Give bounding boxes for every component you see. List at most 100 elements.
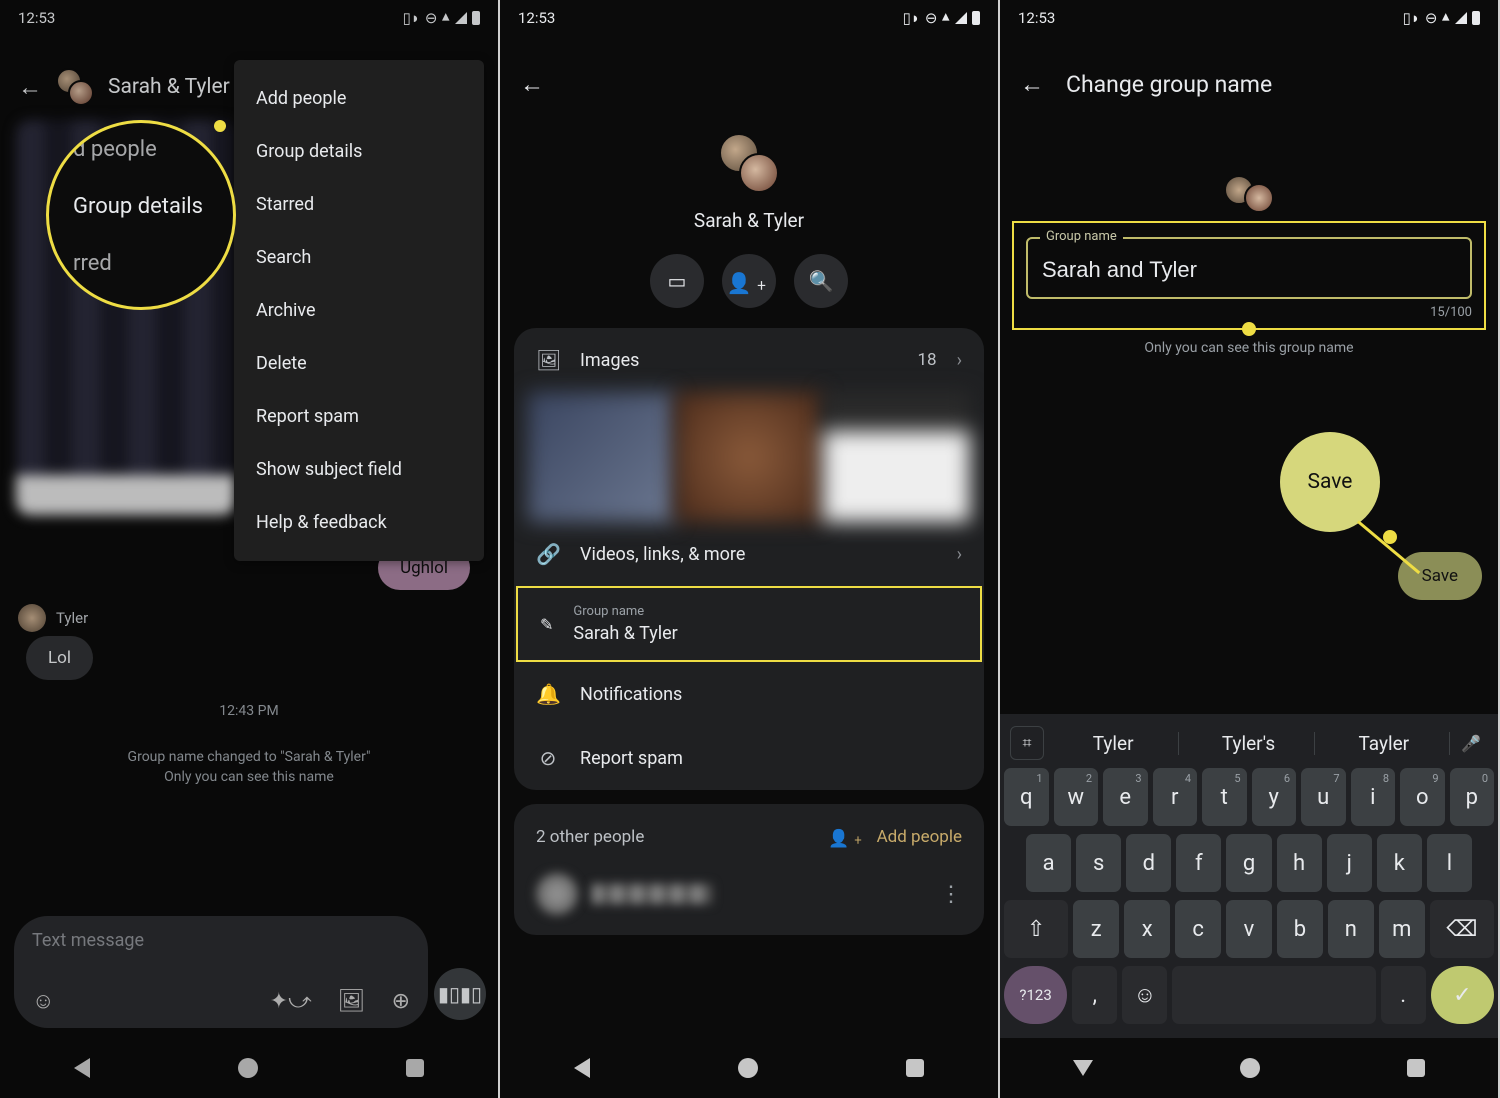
key-j[interactable]: j	[1327, 834, 1372, 892]
voice-message-button[interactable]: ▮▯▮▯	[434, 968, 486, 1020]
key-d[interactable]: d	[1126, 834, 1171, 892]
compose-box[interactable]: Text message ☺ ✦⤻ 🖼 ⊕	[14, 916, 428, 1028]
backspace-key[interactable]: ⌫	[1430, 900, 1494, 958]
status-time: 12:53	[18, 9, 55, 27]
person-name-redacted	[592, 884, 712, 904]
key-b[interactable]: b	[1277, 900, 1323, 958]
gallery-icon[interactable]: 🖼	[338, 989, 366, 1014]
group-name-value: Sarah & Tyler	[573, 623, 677, 644]
key-x[interactable]: x	[1124, 900, 1170, 958]
key-i[interactable]: i8	[1351, 768, 1396, 826]
emoji-icon[interactable]: ☺	[32, 988, 54, 1014]
more-icon[interactable]: ⋮	[940, 882, 962, 907]
suggestion-3[interactable]: Tayler	[1319, 732, 1450, 755]
key-a[interactable]: a	[1026, 834, 1071, 892]
shift-key[interactable]: ⇧	[1004, 900, 1068, 958]
nav-recent[interactable]	[1407, 1059, 1425, 1077]
menu-add-people[interactable]: Add people	[234, 72, 484, 125]
nav-back[interactable]	[74, 1058, 90, 1078]
key-h[interactable]: h	[1277, 834, 1322, 892]
menu-show-subject[interactable]: Show subject field	[234, 443, 484, 496]
dnd-icon: ⊖	[1425, 9, 1438, 27]
chat-title[interactable]: Sarah & Tyler	[108, 75, 230, 99]
nav-home[interactable]	[1240, 1058, 1260, 1078]
menu-starred[interactable]: Starred	[234, 178, 484, 231]
videos-links-label: Videos, links, & more	[580, 544, 937, 565]
add-person-button[interactable]: 👤﹢	[722, 254, 776, 308]
key-u[interactable]: u7	[1301, 768, 1346, 826]
key-f[interactable]: f	[1176, 834, 1221, 892]
back-icon[interactable]: ←	[18, 73, 42, 102]
page-title: Change group name	[1066, 71, 1272, 98]
nav-home[interactable]	[238, 1058, 258, 1078]
key-q[interactable]: q1	[1004, 768, 1049, 826]
menu-delete[interactable]: Delete	[234, 337, 484, 390]
nav-recent[interactable]	[906, 1059, 924, 1077]
message-incoming[interactable]: Lol	[26, 636, 93, 680]
nav-home[interactable]	[738, 1058, 758, 1078]
menu-report-spam[interactable]: Report spam	[234, 390, 484, 443]
emoji-key[interactable]: ☺	[1122, 966, 1167, 1024]
key-g[interactable]: g	[1226, 834, 1271, 892]
key-c[interactable]: c	[1175, 900, 1221, 958]
back-icon[interactable]: ←	[520, 70, 544, 99]
key-z[interactable]: z	[1073, 900, 1119, 958]
image-thumbnails[interactable]	[528, 392, 970, 522]
videos-links-row[interactable]: 🔗 Videos, links, & more ›	[514, 522, 984, 586]
key-w[interactable]: w2	[1054, 768, 1099, 826]
key-s[interactable]: s	[1076, 834, 1121, 892]
menu-archive[interactable]: Archive	[234, 284, 484, 337]
menu-search[interactable]: Search	[234, 231, 484, 284]
vibrate-icon: ▯◗	[1403, 9, 1420, 27]
key-e[interactable]: e3	[1103, 768, 1148, 826]
message-timestamp: 12:43 PM	[0, 703, 498, 719]
keyboard-alt-icon[interactable]: ⌗	[1010, 726, 1044, 760]
mic-icon[interactable]: 🎤	[1454, 726, 1488, 760]
enter-key[interactable]: ✓	[1431, 966, 1494, 1024]
space-key[interactable]	[1172, 966, 1375, 1024]
menu-help[interactable]: Help & feedback	[234, 496, 484, 549]
key-o[interactable]: o9	[1400, 768, 1445, 826]
group-name-field[interactable]: Group name	[1026, 237, 1472, 299]
status-time: 12:53	[518, 9, 555, 27]
key-n[interactable]: n	[1328, 900, 1374, 958]
search-button[interactable]: 🔍	[794, 254, 848, 308]
nav-bar	[500, 1038, 998, 1098]
nav-hide-keyboard[interactable]	[1073, 1060, 1093, 1076]
key-l[interactable]: l	[1427, 834, 1472, 892]
nav-recent[interactable]	[406, 1059, 424, 1077]
attach-icon[interactable]: ⊕	[392, 989, 410, 1014]
status-bar: 12:53 ▯◗ ⊖	[0, 0, 498, 30]
key-r[interactable]: r4	[1153, 768, 1198, 826]
key-k[interactable]: k	[1377, 834, 1422, 892]
comma-key[interactable]: ,	[1072, 966, 1117, 1024]
group-avatar[interactable]	[719, 133, 779, 193]
group-avatar[interactable]	[56, 68, 94, 106]
sender-avatar[interactable]	[18, 604, 46, 632]
save-button[interactable]: Save	[1398, 552, 1482, 600]
key-y[interactable]: y6	[1252, 768, 1297, 826]
notifications-row[interactable]: 🔔 Notifications	[514, 662, 984, 726]
magic-compose-icon[interactable]: ✦⤻	[270, 989, 312, 1014]
group-name-row[interactable]: ✎ Group name Sarah & Tyler	[516, 586, 982, 662]
nav-back[interactable]	[574, 1058, 590, 1078]
suggestion-2[interactable]: Tyler's	[1183, 732, 1314, 755]
video-call-button[interactable]: ▭	[650, 254, 704, 308]
group-name-input[interactable]	[1042, 257, 1456, 283]
report-spam-row[interactable]: ⊘ Report spam	[514, 726, 984, 790]
callout-dot	[1383, 530, 1397, 544]
images-row[interactable]: 🖼 Images 18 ›	[514, 328, 984, 392]
numeric-key[interactable]: ?123	[1004, 966, 1067, 1024]
key-m[interactable]: m	[1379, 900, 1425, 958]
menu-group-details[interactable]: Group details	[234, 125, 484, 178]
chevron-right-icon: ›	[957, 350, 962, 371]
back-icon[interactable]: ←	[1020, 70, 1044, 99]
person-row[interactable]: ⋮	[536, 873, 962, 915]
add-people-link[interactable]: 👤﹢ Add people	[828, 824, 962, 849]
key-v[interactable]: v	[1226, 900, 1272, 958]
key-t[interactable]: t5	[1202, 768, 1247, 826]
notifications-label: Notifications	[580, 684, 962, 705]
period-key[interactable]: .	[1381, 966, 1426, 1024]
key-p[interactable]: p0	[1450, 768, 1495, 826]
suggestion-1[interactable]: Tyler	[1048, 732, 1179, 755]
